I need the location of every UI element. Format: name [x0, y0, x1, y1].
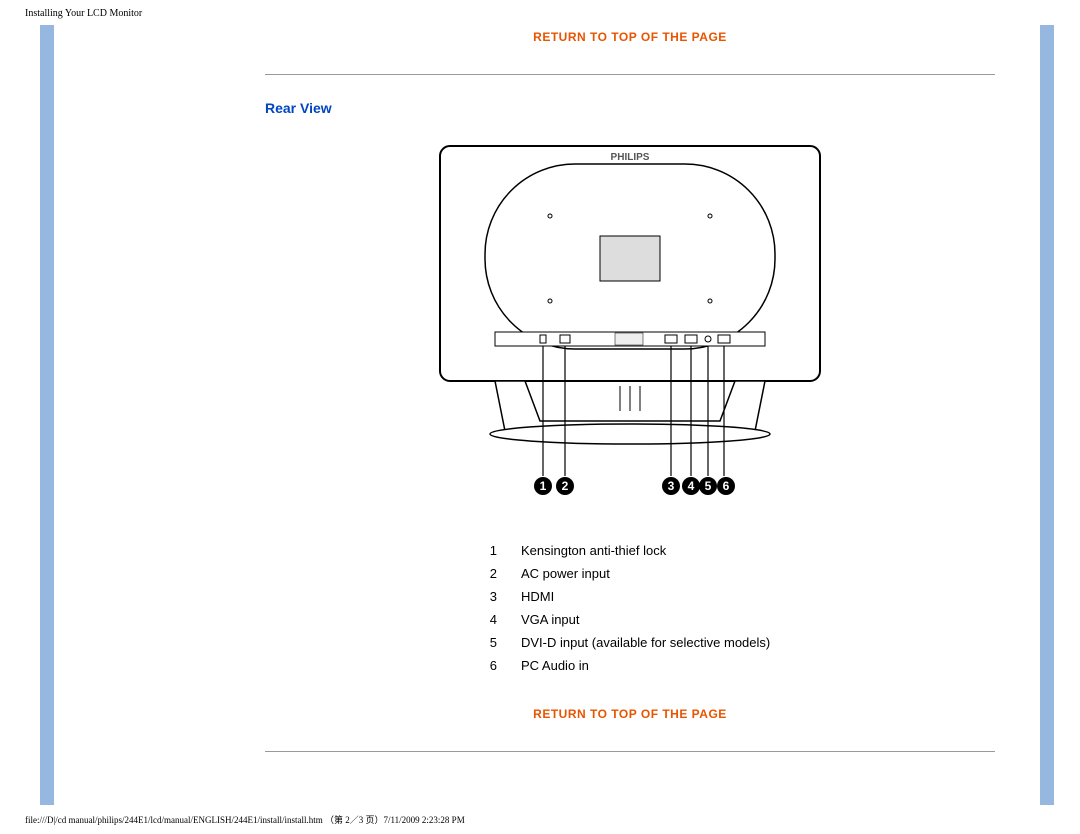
svg-text:3: 3	[668, 479, 675, 493]
monitor-rear-svg: PHILIPS	[420, 136, 840, 506]
svg-text:2: 2	[562, 479, 569, 493]
port-num: 5	[480, 631, 521, 654]
return-top-link-2[interactable]: RETURN TO TOP OF THE PAGE	[265, 707, 995, 721]
page-header-title: Installing Your LCD Monitor	[25, 8, 142, 19]
port-num: 4	[480, 608, 521, 631]
return-top-link-1[interactable]: RETURN TO TOP OF THE PAGE	[265, 30, 995, 44]
port-num: 3	[480, 585, 521, 608]
svg-text:4: 4	[688, 479, 695, 493]
left-margin-bar	[40, 25, 54, 805]
rear-view-diagram: PHILIPS	[265, 136, 995, 509]
page-footer-path: file:///D|/cd manual/philips/244E1/lcd/m…	[25, 813, 465, 826]
port-num: 2	[480, 562, 521, 585]
port-label: VGA input	[521, 608, 780, 631]
port-label: DVI-D input (available for selective mod…	[521, 631, 780, 654]
table-row: 6 PC Audio in	[480, 654, 781, 677]
port-label: PC Audio in	[521, 654, 780, 677]
svg-text:6: 6	[723, 479, 730, 493]
port-num: 6	[480, 654, 521, 677]
table-row: 5 DVI-D input (available for selective m…	[480, 631, 781, 654]
port-label: AC power input	[521, 562, 780, 585]
svg-text:1: 1	[540, 479, 547, 493]
brand-label: PHILIPS	[611, 152, 650, 163]
table-row: 1 Kensington anti-thief lock	[480, 539, 781, 562]
svg-text:5: 5	[705, 479, 712, 493]
port-legend-table: 1 Kensington anti-thief lock 2 AC power …	[480, 539, 781, 677]
table-row: 4 VGA input	[480, 608, 781, 631]
right-margin-bar	[1040, 25, 1054, 805]
rear-view-heading: Rear View	[265, 100, 995, 116]
port-label: HDMI	[521, 585, 780, 608]
main-content: RETURN TO TOP OF THE PAGE Rear View PHIL…	[265, 25, 995, 777]
divider-2	[265, 751, 995, 752]
divider-1	[265, 74, 995, 75]
table-row: 2 AC power input	[480, 562, 781, 585]
port-label: Kensington anti-thief lock	[521, 539, 780, 562]
port-num: 1	[480, 539, 521, 562]
table-row: 3 HDMI	[480, 585, 781, 608]
